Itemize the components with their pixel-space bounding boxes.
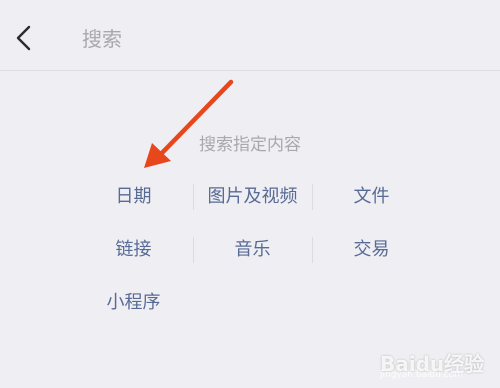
category-files[interactable]: 文件 (312, 179, 431, 215)
chevron-left-icon (16, 25, 31, 51)
category-images-videos[interactable]: 图片及视频 (193, 179, 312, 215)
watermark-url: jingyan.baidu.com (380, 370, 464, 380)
category-mini-programs[interactable]: 小程序 (74, 285, 193, 321)
search-input[interactable] (82, 24, 462, 54)
category-date[interactable]: 日期 (74, 179, 193, 215)
category-music[interactable]: 音乐 (193, 232, 312, 268)
search-header (0, 0, 500, 71)
category-transactions[interactable]: 交易 (312, 232, 431, 268)
search-hint: 搜索指定内容 (199, 135, 301, 155)
baidu-jingyan-watermark: Baidu经验 jingyan.baidu.com (372, 338, 492, 382)
back-button[interactable] (10, 22, 40, 54)
category-links[interactable]: 链接 (74, 232, 193, 268)
